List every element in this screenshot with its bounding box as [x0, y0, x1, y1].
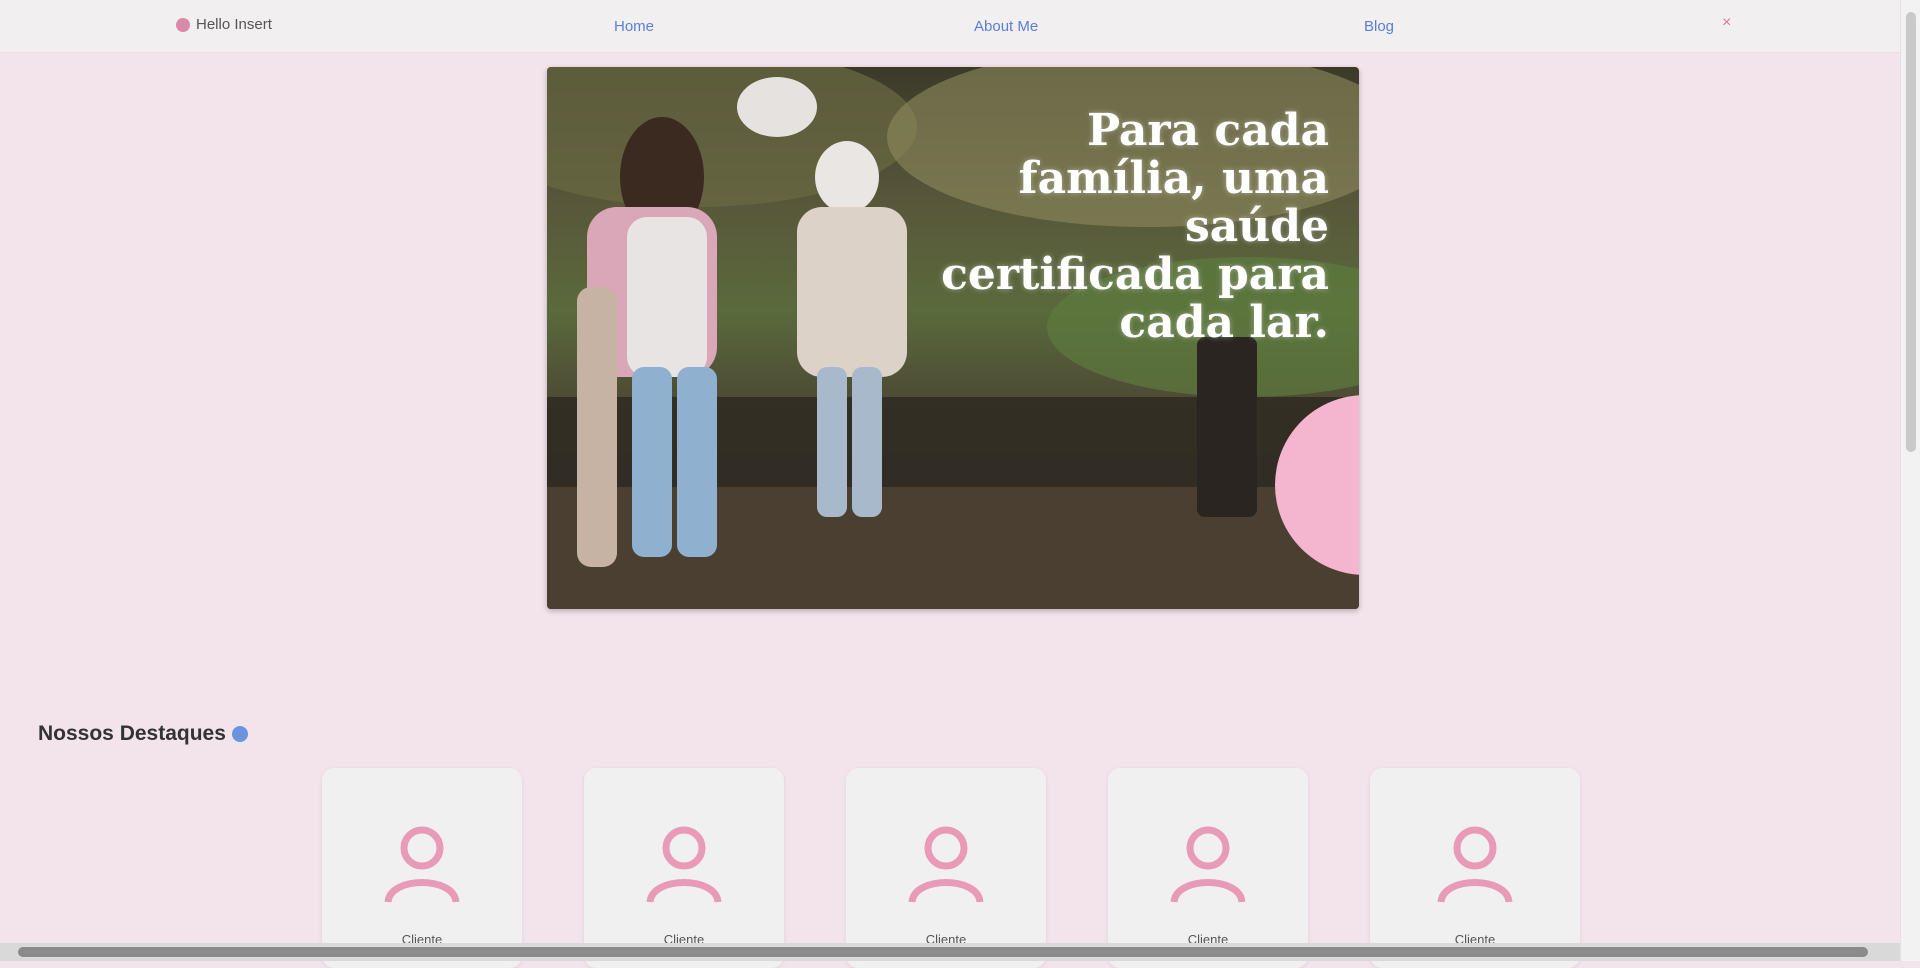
horizontal-scrollbar[interactable] — [0, 943, 1900, 961]
hero-banner: Para cada família, uma saúde certificada… — [547, 67, 1359, 609]
user-avatar-icon — [384, 826, 460, 903]
top-navigation-bar: Hello Insert Home About Me Blog × — [0, 0, 1900, 53]
vertical-scroll-thumb[interactable] — [1906, 12, 1916, 452]
profile-card[interactable]: Cliente — [322, 768, 522, 968]
nav-link-blog[interactable]: Blog — [1364, 18, 1394, 35]
nav-link-about[interactable]: About Me — [974, 18, 1038, 35]
nav-link-home[interactable]: Home — [614, 18, 654, 35]
close-icon[interactable]: × — [1722, 14, 1731, 32]
user-avatar-icon — [646, 826, 722, 903]
info-dot-icon[interactable] — [232, 726, 248, 742]
section-title: Nossos Destaques — [38, 722, 226, 745]
user-avatar-icon — [1170, 826, 1246, 903]
profile-card[interactable]: Cliente — [846, 768, 1046, 968]
vertical-scrollbar[interactable] — [1900, 0, 1920, 961]
brand-name: Hello Insert — [196, 16, 272, 33]
profile-card[interactable]: Cliente — [1108, 768, 1308, 968]
brand-logo-icon — [176, 17, 190, 32]
user-avatar-icon — [908, 826, 984, 903]
hero-heading: Para cada família, uma saúde certificada… — [941, 105, 1329, 348]
horizontal-scroll-thumb[interactable] — [18, 947, 1868, 957]
profile-card[interactable]: Cliente — [584, 768, 784, 968]
profile-card[interactable]: Cliente — [1370, 768, 1580, 968]
user-avatar-icon — [1437, 826, 1513, 903]
brand[interactable]: Hello Insert — [176, 16, 272, 33]
